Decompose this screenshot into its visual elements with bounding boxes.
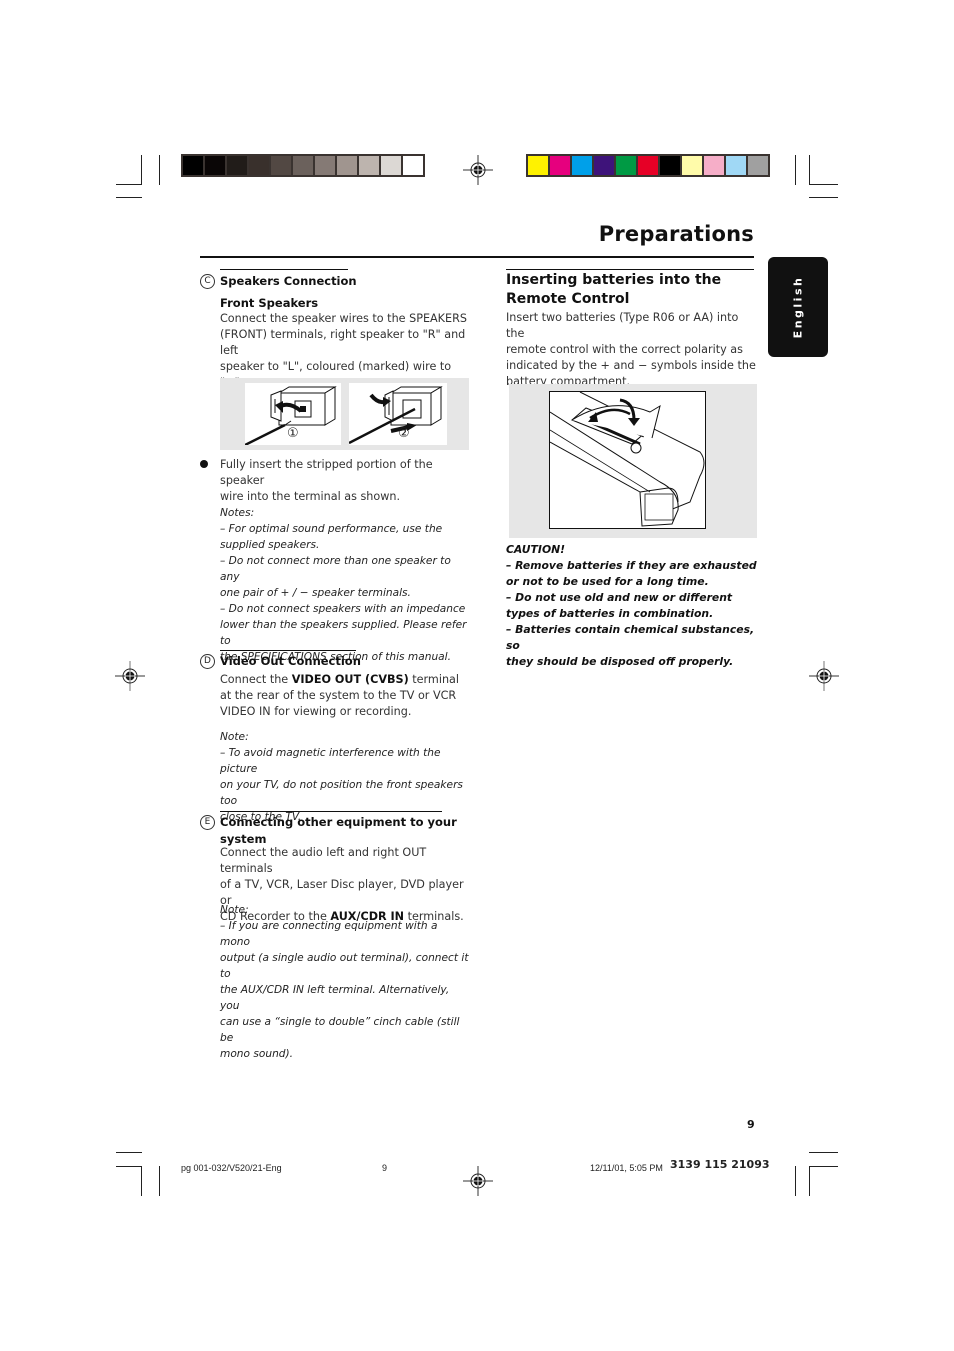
color-swatch-11	[748, 156, 768, 175]
color-swatch-9	[704, 156, 724, 175]
step-1-label: ①	[287, 426, 299, 441]
registration-target-icon	[463, 155, 493, 185]
color-calibration-bar	[526, 154, 770, 177]
caution-block: CAUTION! – Remove batteries if they are …	[506, 542, 761, 670]
crop-mark	[141, 155, 142, 185]
step-2-label: ②	[398, 426, 410, 441]
registration-target-icon	[463, 1166, 493, 1196]
crop-mark	[116, 1152, 142, 1153]
crop-mark	[809, 1166, 810, 1196]
video-out-body: Connect the VIDEO OUT (CVBS) terminal at…	[220, 673, 459, 718]
gray-swatch-8	[337, 156, 357, 175]
registration-target-icon	[115, 661, 145, 691]
color-swatch-3	[572, 156, 592, 175]
registration-target-icon	[809, 661, 839, 691]
language-tab-label: English	[791, 275, 805, 339]
language-tab: English	[768, 257, 828, 357]
section-divider	[220, 650, 356, 651]
batteries-body: Insert two batteries (Type R06 or AA) in…	[506, 311, 756, 388]
gray-swatch-7	[315, 156, 335, 175]
page-number: 9	[747, 1118, 755, 1131]
title-divider	[200, 256, 754, 258]
color-swatch-7	[660, 156, 680, 175]
remote-control-icon	[549, 391, 705, 527]
crop-mark	[809, 155, 810, 185]
crop-mark	[159, 1166, 160, 1196]
section-divider	[506, 269, 754, 270]
gray-swatch-6	[293, 156, 313, 175]
color-swatch-1	[528, 156, 548, 175]
grayscale-calibration-bar	[181, 154, 425, 177]
section-heading-other-equipment: Connecting other equipment to your syste…	[220, 815, 457, 846]
page-title: Preparations	[598, 222, 754, 246]
color-swatch-4	[594, 156, 614, 175]
gray-swatch-10	[381, 156, 401, 175]
gray-swatch-2	[205, 156, 225, 175]
color-swatch-6	[638, 156, 658, 175]
bullet-instruction: Fully insert the stripped portion of the…	[220, 458, 433, 503]
gray-swatch-9	[359, 156, 379, 175]
bullet-icon	[200, 460, 208, 468]
caution-title: CAUTION!	[506, 543, 566, 556]
other-equipment-note: Note: – If you are connecting equipment …	[220, 904, 469, 1060]
section-heading-speakers: Speakers Connection	[220, 274, 357, 288]
color-swatch-5	[616, 156, 636, 175]
batteries-heading: Inserting batteries into the Remote Cont…	[506, 272, 722, 307]
crop-mark	[795, 155, 796, 185]
crop-mark	[795, 1166, 796, 1196]
crop-mark	[141, 1166, 142, 1196]
color-swatch-10	[726, 156, 746, 175]
crop-mark	[116, 184, 142, 185]
footer-file-name: pg 001-032/V520/21-Eng	[181, 1163, 282, 1173]
gray-swatch-11	[403, 156, 423, 175]
speaker-notes: Notes: – For optimal sound performance, …	[220, 507, 467, 663]
gray-swatch-4	[249, 156, 269, 175]
gray-swatch-1	[183, 156, 203, 175]
crop-mark	[116, 197, 142, 198]
section-divider	[220, 269, 348, 270]
gray-swatch-5	[271, 156, 291, 175]
crop-mark	[809, 1166, 838, 1167]
footer-doc-code: 3139 115 21093	[670, 1158, 770, 1171]
color-swatch-2	[550, 156, 570, 175]
subheading-front-speakers: Front Speakers	[220, 296, 319, 310]
crop-mark	[809, 184, 838, 185]
section-letter-c: C	[200, 274, 215, 289]
gray-swatch-3	[227, 156, 247, 175]
footer-file-page: 9	[382, 1163, 388, 1173]
crop-mark	[809, 1152, 838, 1153]
figure-step-2: ②	[348, 383, 447, 445]
section-heading-video-out: Video Out Connection	[220, 654, 361, 668]
crop-mark	[116, 1166, 142, 1167]
section-letter-d: D	[200, 654, 215, 669]
remote-battery-illustration	[549, 391, 706, 529]
figure-step-1: ①	[244, 383, 341, 447]
section-divider	[220, 811, 442, 812]
color-swatch-8	[682, 156, 702, 175]
crop-mark	[809, 197, 838, 198]
section-letter-e: E	[200, 815, 215, 830]
crop-mark	[159, 155, 160, 185]
footer-timestamp: 12/11/01, 5:05 PM	[590, 1163, 663, 1173]
